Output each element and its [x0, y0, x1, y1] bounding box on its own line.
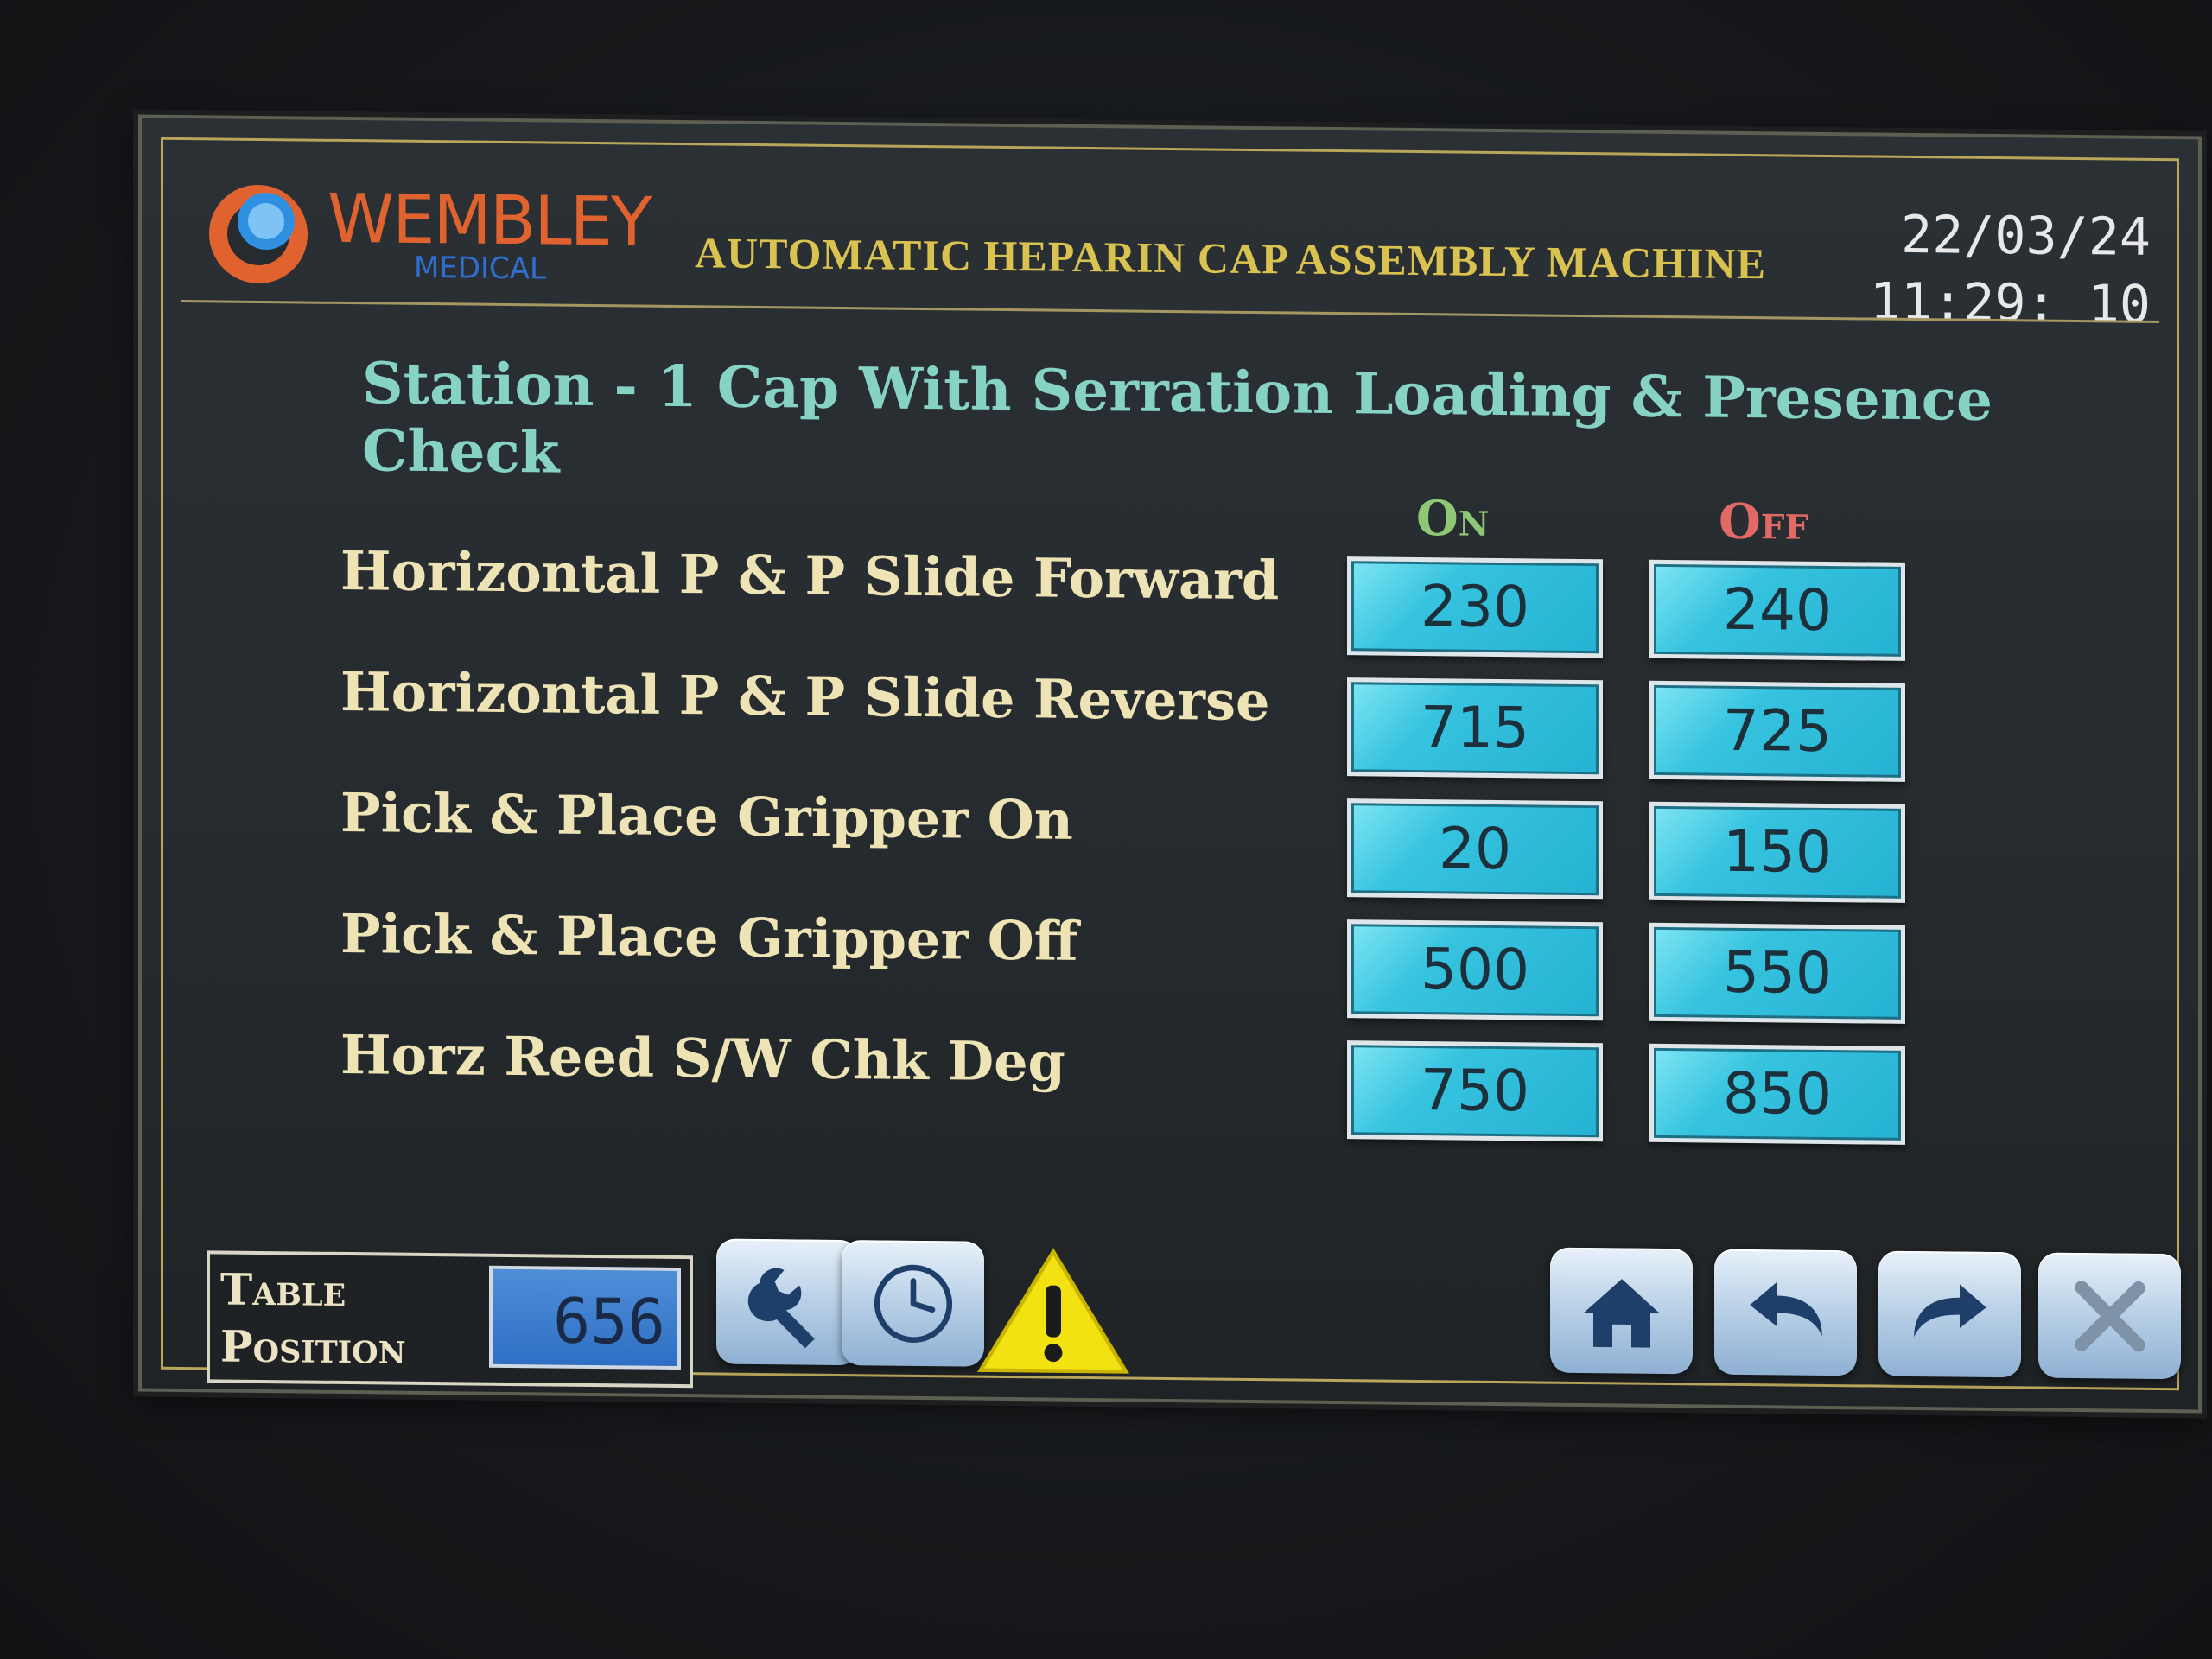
- row-label-gripper-on: Pick & Place Gripper On: [340, 780, 1073, 852]
- close-button[interactable]: [2038, 1252, 2181, 1380]
- date-text: 22/03/24: [1901, 204, 2151, 268]
- row-label-gripper-off: Pick & Place Gripper Off: [340, 901, 1078, 973]
- wrench-icon: [747, 1268, 815, 1348]
- station-title: Station - 1 Cap With Serration Loading &…: [362, 349, 1993, 486]
- off-value-gripper-off[interactable]: 550: [1649, 922, 1905, 1024]
- row-label-reed-switch: Horz Reed S/W Chk Deg: [340, 1022, 1065, 1094]
- home-icon: [1583, 1278, 1660, 1348]
- column-header-on: On: [1416, 489, 1490, 548]
- warning-icon[interactable]: [967, 1246, 1140, 1377]
- company-logo-icon: [209, 184, 308, 283]
- column-header-off: Off: [1719, 493, 1809, 551]
- home-button[interactable]: [1550, 1247, 1693, 1375]
- on-value-reed-switch[interactable]: 750: [1347, 1040, 1603, 1142]
- table-position-value: 656: [489, 1265, 681, 1370]
- on-value-slide-forward[interactable]: 230: [1347, 556, 1603, 658]
- table-label-line1: Table: [220, 1263, 346, 1317]
- table-position-label: Table Position: [220, 1261, 406, 1376]
- off-value-slide-forward[interactable]: 240: [1649, 559, 1905, 661]
- table-position-panel: Table Position 656: [207, 1250, 693, 1389]
- off-value-reed-switch[interactable]: 850: [1649, 1043, 1905, 1145]
- logo-text: WEMBLEY: [327, 180, 651, 262]
- on-value-gripper-off[interactable]: 500: [1347, 919, 1603, 1021]
- close-icon: [2074, 1280, 2145, 1351]
- back-arrow-icon: [1749, 1281, 1822, 1336]
- forward-arrow-icon: [1913, 1283, 1986, 1337]
- forward-button[interactable]: [1878, 1250, 2021, 1378]
- logo-subtext: MEDICAL: [414, 250, 546, 287]
- off-value-gripper-on[interactable]: 150: [1649, 801, 1905, 903]
- settings-button[interactable]: [716, 1238, 859, 1366]
- timer-button[interactable]: [842, 1240, 984, 1367]
- on-value-slide-reverse[interactable]: 715: [1347, 677, 1603, 779]
- back-button[interactable]: [1714, 1249, 1857, 1376]
- time-text: 11:29: 10: [1869, 271, 2151, 335]
- hmi-screen: WEMBLEY MEDICAL AUTOMATIC HEPARIN CAP AS…: [138, 114, 2202, 1414]
- on-value-gripper-on[interactable]: 20: [1347, 798, 1603, 900]
- off-value-slide-reverse[interactable]: 725: [1649, 680, 1905, 782]
- row-label-slide-forward: Horizontal P & P Slide Forward: [340, 538, 1280, 613]
- clock-icon: [874, 1264, 952, 1343]
- row-label-slide-reverse: Horizontal P & P Slide Reverse: [340, 659, 1270, 734]
- table-label-line2: Position: [220, 1320, 406, 1374]
